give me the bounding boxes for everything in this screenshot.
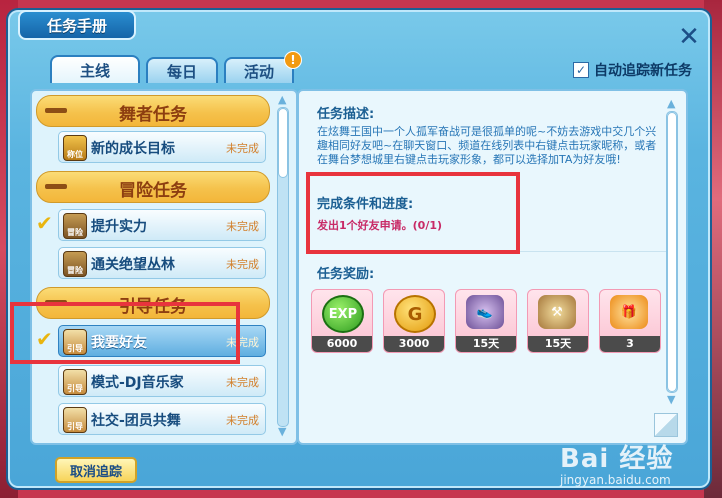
tab-event-label: 活动 bbox=[243, 62, 274, 81]
tab-daily[interactable]: 每日 bbox=[146, 57, 218, 83]
reward-amount: 15天 bbox=[456, 336, 516, 352]
quest-row-group-dance[interactable]: 引导 社交-团员共舞 未完成 bbox=[58, 403, 266, 435]
cancel-tracking-button[interactable]: 取消追踪 bbox=[55, 457, 137, 483]
hoe-item-icon: ⚒ bbox=[538, 295, 576, 329]
quest-status: 未完成 bbox=[226, 258, 259, 271]
adventure-badge-icon: 冒险 bbox=[63, 213, 87, 239]
quest-name: 新的成长目标 bbox=[91, 141, 175, 157]
quest-name: 通关绝望丛林 bbox=[91, 257, 175, 273]
reward-amount: 15天 bbox=[528, 336, 588, 352]
rank-badge-icon: 称位 bbox=[63, 135, 87, 161]
scroll-up-icon[interactable]: ▲ bbox=[667, 97, 675, 110]
highlight-box-progress bbox=[306, 172, 520, 254]
close-icon[interactable]: ✕ bbox=[676, 24, 702, 50]
scroll-thumb[interactable] bbox=[278, 108, 288, 178]
auto-track-toggle[interactable]: ✓ 自动追踪新任务 bbox=[573, 60, 692, 80]
watermark-url: jingyan.baidu.com bbox=[560, 473, 671, 487]
reward-hoe-item[interactable]: ⚒ 15天 bbox=[527, 289, 589, 353]
alert-badge-icon: ! bbox=[284, 51, 302, 69]
quest-row-growth-goal[interactable]: 称位 新的成长目标 未完成 bbox=[58, 131, 266, 163]
reward-amount: 3 bbox=[600, 336, 660, 352]
auto-track-checkbox[interactable]: ✓ bbox=[573, 62, 589, 78]
gold-coin-icon: G bbox=[394, 295, 436, 333]
quest-name: 社交-团员共舞 bbox=[91, 413, 181, 429]
quest-status: 未完成 bbox=[226, 414, 259, 427]
watermark: Bai 经验 jingyan.baidu.com bbox=[560, 438, 673, 487]
guide-badge-icon: 引导 bbox=[63, 369, 87, 395]
auto-track-label: 自动追踪新任务 bbox=[594, 63, 692, 79]
reward-gift-bag[interactable]: 🎁 3 bbox=[599, 289, 661, 353]
scroll-down-icon[interactable]: ▼ bbox=[667, 393, 675, 406]
reward-exp[interactable]: EXP 6000 bbox=[311, 289, 373, 353]
sneaker-icon: 👟 bbox=[466, 295, 504, 329]
gift-bag-icon: 🎁 bbox=[610, 295, 648, 329]
quest-row-dj-musician[interactable]: 引导 模式-DJ音乐家 未完成 bbox=[58, 365, 266, 397]
scroll-thumb[interactable] bbox=[667, 112, 677, 392]
guide-badge-icon: 引导 bbox=[63, 407, 87, 433]
quest-name: 模式-DJ音乐家 bbox=[91, 375, 184, 391]
tab-bar: 主线 每日 活动 ! bbox=[50, 51, 302, 83]
reward-sneakers[interactable]: 👟 15天 bbox=[455, 289, 517, 353]
scroll-up-icon[interactable]: ▲ bbox=[278, 93, 286, 106]
detail-scrollbar[interactable] bbox=[666, 111, 678, 393]
quest-description: 在炫舞王国中一个人孤军奋战可是很孤单的呢~不妨去游戏中交几个兴趣相同好友吧~在聊… bbox=[317, 125, 657, 166]
quest-status: 未完成 bbox=[226, 220, 259, 233]
scroll-down-icon[interactable]: ▼ bbox=[278, 425, 286, 438]
category-dancer-quests[interactable]: 舞者任务 bbox=[36, 95, 270, 127]
watermark-logo: Bai 经验 bbox=[560, 444, 674, 474]
tab-main-quest[interactable]: 主线 bbox=[50, 55, 140, 83]
quest-list-scrollbar[interactable] bbox=[277, 107, 289, 427]
tab-event[interactable]: 活动 ! bbox=[224, 51, 302, 83]
quest-status: 未完成 bbox=[226, 376, 259, 389]
page-curl-icon bbox=[654, 413, 678, 437]
reward-amount: 3000 bbox=[384, 336, 444, 352]
exp-icon: EXP bbox=[322, 295, 364, 333]
quest-detail-panel: 任务描述: 在炫舞王国中一个人孤军奋战可是很孤单的呢~不妨去游戏中交几个兴趣相同… bbox=[297, 89, 688, 445]
quest-row-boost-strength[interactable]: 冒险 提升实力 未完成 bbox=[58, 209, 266, 241]
reward-amount: 6000 bbox=[312, 336, 372, 352]
reward-title: 任务奖励: bbox=[317, 267, 375, 282]
description-title: 任务描述: bbox=[317, 107, 375, 122]
window-title: 任务手册 bbox=[18, 10, 136, 40]
adventure-badge-icon: 冒险 bbox=[63, 251, 87, 277]
tracked-check-icon: ✔ bbox=[36, 211, 53, 235]
quest-list-panel: 舞者任务 称位 新的成长目标 未完成 冒险任务 ✔ 冒险 提升实力 未完成 冒险… bbox=[30, 89, 298, 445]
category-title: 舞者任务 bbox=[119, 105, 187, 125]
quest-name: 提升实力 bbox=[91, 219, 147, 235]
reward-list: EXP 6000 G 3000 👟 15天 ⚒ 15天 🎁 3 bbox=[311, 289, 661, 353]
highlight-box-quest bbox=[10, 302, 240, 364]
quest-row-despair-jungle[interactable]: 冒险 通关绝望丛林 未完成 bbox=[58, 247, 266, 279]
reward-gold[interactable]: G 3000 bbox=[383, 289, 445, 353]
category-adventure-quests[interactable]: 冒险任务 bbox=[36, 171, 270, 203]
quest-status: 未完成 bbox=[226, 142, 259, 155]
category-title: 冒险任务 bbox=[119, 181, 187, 201]
